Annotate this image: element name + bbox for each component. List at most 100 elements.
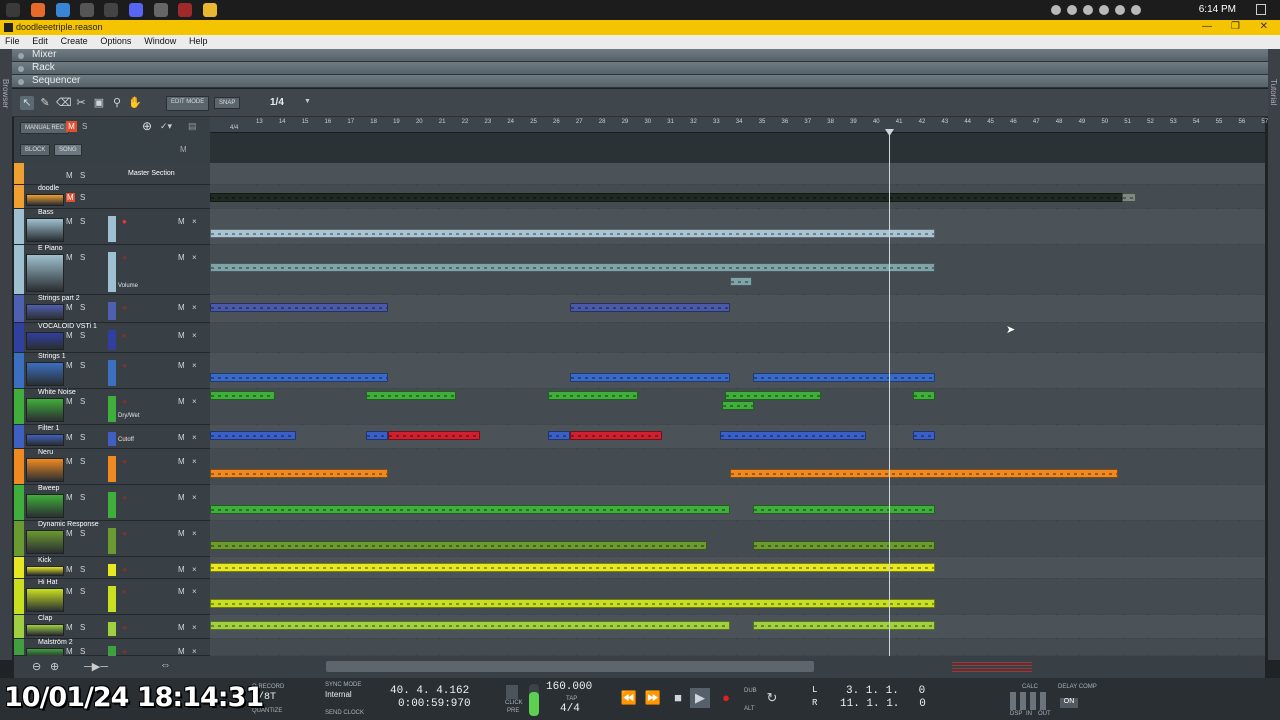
track-row[interactable]: Strings 1 M S M × ● — [14, 353, 210, 389]
play-button[interactable]: ▶ — [690, 688, 710, 708]
chevron-down-icon[interactable]: ▼ — [304, 98, 311, 105]
time-signature[interactable]: 4/4 — [560, 703, 580, 715]
device-thumbnail[interactable] — [26, 648, 64, 656]
device-thumbnail[interactable] — [26, 254, 64, 292]
delete-lane-icon[interactable]: × — [192, 623, 197, 632]
lane-mute-button[interactable]: M — [178, 623, 185, 632]
clip[interactable] — [570, 303, 730, 312]
solo-button[interactable]: S — [80, 587, 85, 596]
track-row[interactable]: Clap M S M × ● — [14, 615, 210, 639]
device-thumbnail[interactable] — [26, 458, 64, 482]
clip[interactable] — [548, 391, 638, 400]
record-enable-icon[interactable]: ● — [122, 253, 127, 262]
track-lane[interactable] — [210, 209, 1265, 244]
solo-header-button[interactable]: S — [82, 122, 87, 131]
zoom-in-icon[interactable]: ⊕ — [50, 660, 59, 673]
device-thumbnail[interactable] — [26, 398, 64, 422]
add-track-icon[interactable]: ⊕ — [142, 119, 152, 133]
track-name[interactable]: Strings 1 — [38, 353, 66, 360]
track-lane[interactable] — [210, 449, 1265, 484]
mute-button[interactable]: M — [66, 457, 73, 466]
track-lane[interactable] — [210, 353, 1265, 388]
clip[interactable] — [210, 541, 707, 550]
mute-button[interactable]: M — [66, 253, 73, 262]
snap-button[interactable]: SNAP — [214, 97, 241, 109]
solo-button[interactable]: S — [80, 565, 85, 574]
lane-mute-button[interactable]: M — [178, 397, 185, 406]
rack-panel-header[interactable]: Rack — [12, 62, 1268, 75]
delete-lane-icon[interactable]: × — [192, 457, 197, 466]
track-row[interactable]: Dynamic Response M S M × ● — [14, 521, 210, 557]
delete-lane-icon[interactable]: × — [192, 493, 197, 502]
mute-button[interactable]: M — [66, 171, 73, 180]
clip[interactable] — [210, 621, 730, 630]
lane-mute-button[interactable]: M — [178, 433, 185, 442]
automation-lane-label[interactable]: Cutoff — [118, 437, 134, 443]
menu-edit[interactable]: Edit — [27, 35, 53, 47]
device-thumbnail[interactable] — [26, 494, 64, 518]
solo-button[interactable]: S — [80, 647, 85, 656]
mute-button[interactable]: M — [66, 361, 73, 370]
delete-lane-icon[interactable]: × — [192, 529, 197, 538]
track-lane[interactable] — [210, 323, 1265, 352]
zoom-out-icon[interactable]: ⊖ — [32, 660, 41, 673]
lane-mute-button[interactable]: M — [178, 331, 185, 340]
track-row[interactable]: VOCALOID VSTi 1 M S M × ● — [14, 323, 210, 353]
clip[interactable] — [730, 277, 752, 286]
delete-lane-icon[interactable]: × — [192, 303, 197, 312]
device-thumbnail[interactable] — [26, 332, 64, 350]
lane-mute-button[interactable]: M — [178, 587, 185, 596]
windows-start-icon[interactable] — [6, 3, 20, 17]
device-thumbnail[interactable] — [26, 588, 64, 612]
loop-right-position[interactable]: 11. 1. 1. 0 — [840, 698, 926, 710]
lane-mute-button[interactable]: M — [178, 253, 185, 262]
clip[interactable] — [753, 621, 935, 630]
track-row[interactable]: White Noise M S M × ● Dry/Wet — [14, 389, 210, 425]
track-name[interactable]: Strings part 2 — [38, 295, 80, 302]
record-enable-icon[interactable]: ● — [122, 361, 127, 370]
lane-mute-button[interactable]: M — [178, 217, 185, 226]
clip[interactable] — [210, 563, 935, 572]
clip[interactable] — [210, 431, 296, 440]
clip[interactable] — [210, 391, 275, 400]
track-name[interactable]: Master Section — [128, 170, 175, 177]
discord-icon[interactable] — [129, 3, 143, 17]
clip[interactable] — [366, 431, 388, 440]
track-name[interactable]: Bweep — [38, 485, 59, 492]
app-icon[interactable] — [104, 3, 118, 17]
track-name[interactable]: Malström 2 — [38, 639, 73, 646]
wifi-icon[interactable] — [1115, 5, 1125, 15]
loop-left-position[interactable]: 3. 1. 1. 0 — [846, 685, 925, 697]
network-icon[interactable] — [1051, 5, 1061, 15]
track-name[interactable]: Kick — [38, 557, 51, 564]
device-thumbnail[interactable] — [26, 566, 64, 576]
block-button[interactable]: BLOCK — [20, 144, 51, 156]
maximize-button[interactable]: ❐ — [1231, 21, 1240, 32]
mute-button[interactable]: M — [66, 529, 73, 538]
solo-button[interactable]: S — [80, 331, 85, 340]
stop-button[interactable]: ■ — [668, 688, 688, 708]
delete-lane-icon[interactable]: × — [192, 253, 197, 262]
mute-button[interactable]: M — [66, 331, 73, 340]
track-row[interactable]: Kick M S M × ● — [14, 557, 210, 579]
solo-button[interactable]: S — [80, 457, 85, 466]
song-position[interactable]: 40. 4. 4.162 — [390, 685, 469, 697]
tap-label[interactable]: TAP — [566, 696, 577, 702]
mute-button[interactable]: M — [66, 587, 73, 596]
clip[interactable] — [1122, 193, 1136, 202]
track-lane[interactable] — [210, 579, 1265, 614]
track-row[interactable]: Hi Hat M S M × ● — [14, 579, 210, 615]
select-tool-icon[interactable]: ↖ — [20, 96, 34, 110]
clip[interactable] — [570, 431, 662, 440]
delete-lane-icon[interactable]: × — [192, 647, 197, 656]
record-button[interactable]: ● — [716, 688, 736, 708]
pen-icon[interactable] — [80, 3, 94, 17]
menu-options[interactable]: Options — [95, 35, 136, 47]
clip[interactable] — [210, 229, 935, 238]
lane-mute-button[interactable]: M — [178, 361, 185, 370]
track-name[interactable]: White Noise — [38, 389, 76, 396]
track-row[interactable]: Strings part 2 M S M × ● — [14, 295, 210, 323]
edit-mode-button[interactable]: EDIT MODE — [166, 96, 210, 111]
solo-button[interactable]: S — [80, 529, 85, 538]
quantize-value[interactable]: 1/4 — [270, 97, 284, 108]
